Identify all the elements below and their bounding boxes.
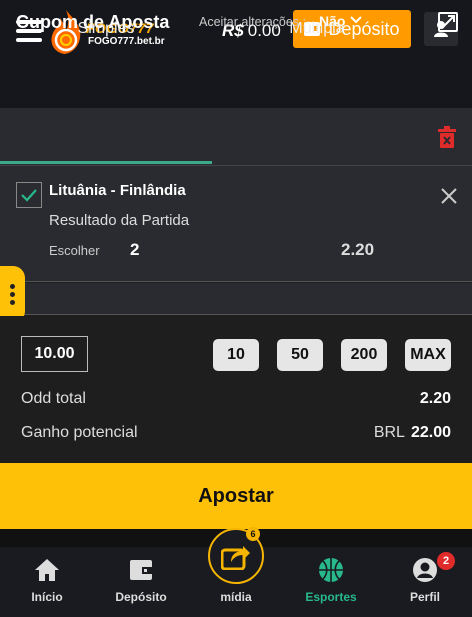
quick-stake-50[interactable]: 50 [277, 339, 323, 371]
check-icon [21, 189, 37, 202]
potential-gain: BRL 22.00 [374, 424, 451, 442]
home-icon [35, 559, 59, 581]
profile-icon [413, 558, 437, 582]
quick-stake-200[interactable]: 200 [341, 339, 387, 371]
gain-value: 22.00 [410, 424, 451, 441]
nav-midia[interactable]: mídia [201, 550, 271, 610]
quick-stake-max[interactable]: MAX [405, 339, 451, 371]
basketball-icon [319, 558, 343, 582]
close-icon[interactable] [440, 187, 458, 205]
place-bet-button[interactable]: Apostar [0, 463, 472, 529]
nav-deposito[interactable]: Depósito [106, 550, 176, 610]
choose-label: Escolher [49, 243, 100, 258]
nav-esportes[interactable]: Esportes [296, 550, 366, 610]
gain-currency: BRL [373, 424, 405, 441]
selection-odd: 2.20 [341, 240, 375, 259]
midia-badge: 6 [246, 527, 260, 541]
slip-spacer [0, 283, 472, 315]
bet-type-tabs [0, 108, 472, 166]
nav-inicio-label: Início [31, 590, 63, 604]
nav-inicio[interactable]: Início [12, 550, 82, 610]
trash-icon[interactable] [437, 126, 457, 148]
match-name: Lituânia - Finlândia [49, 182, 186, 199]
selection-value: 2 [130, 240, 140, 259]
potential-gain-label: Ganho potencial [21, 424, 138, 441]
nav-midia-label: mídia [220, 590, 252, 604]
coupon-header [0, 64, 472, 108]
active-tab-indicator [0, 161, 212, 164]
odd-total-value: 2.20 [419, 390, 451, 407]
wallet-icon [130, 560, 152, 580]
bet-checkbox[interactable] [16, 182, 42, 208]
tab-simples[interactable]: Simples [0, 0, 212, 58]
market-name: Resultado da Partida [49, 212, 190, 229]
notification-badge: 2 [437, 552, 455, 570]
nav-deposito-label: Depósito [115, 590, 167, 604]
stake-input[interactable] [21, 336, 88, 372]
nav-esportes-label: Esportes [305, 590, 357, 604]
quick-stake-10[interactable]: 10 [213, 339, 259, 371]
nav-perfil-label: Perfil [409, 590, 440, 604]
tab-multipla[interactable]: Múltipla [212, 0, 422, 58]
expand-icon[interactable] [438, 12, 458, 32]
odd-total-label: Odd total [21, 390, 86, 407]
side-drawer-handle[interactable] [0, 266, 25, 323]
